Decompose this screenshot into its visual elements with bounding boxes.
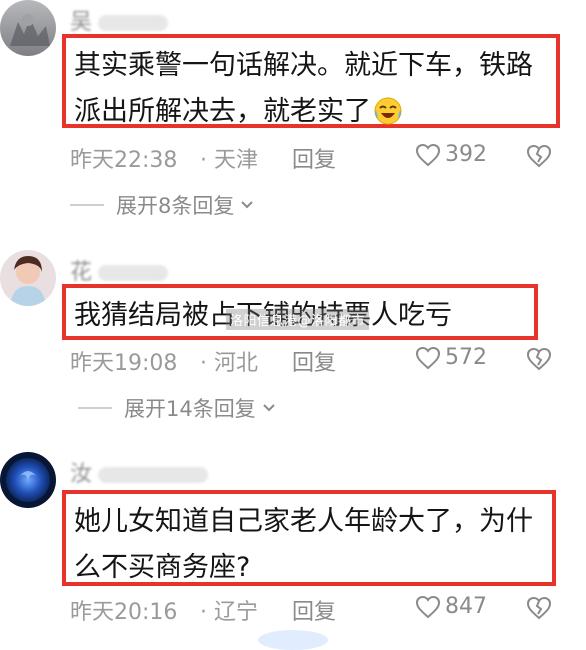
comment-location: · 辽宁 [200,600,259,625]
reply-button[interactable]: 回复 [292,142,336,174]
comment-meta: 昨天19:08 · 河北 回复 572 [70,345,586,379]
comment-text: 其实乘警一句话解决。就近下车，铁路派出所解决去，就老实了 [74,50,533,127]
expand-label: 展开14条回复 [124,397,256,421]
divider-line [78,407,112,409]
chevron-down-icon [241,201,254,209]
location-text: 天津 [214,148,259,173]
heart-outline-icon [415,346,441,369]
dislike-button[interactable] [526,347,552,377]
broken-heart-icon [526,596,552,620]
avatar-image [0,250,56,306]
like-button[interactable]: 572 [415,345,487,370]
broken-heart-icon [526,347,552,371]
username[interactable]: 花 [70,254,169,286]
expand-replies[interactable]: 展开14条回复 [78,393,278,423]
divider-line [70,204,104,206]
avatar-image [0,452,56,508]
avatar[interactable] [0,250,56,306]
comment-time: 昨天20:16 [70,600,178,625]
comment-meta: 昨天22:38 · 天津 回复 392 [70,142,586,176]
comment-content: 其实乘警一句话解决。就近下车，铁路派出所解决去，就老实了 [62,34,560,128]
heart-outline-icon [415,143,441,166]
username-blur [98,265,169,281]
username-blur [98,15,169,31]
reply-button[interactable]: 回复 [292,594,336,626]
expand-replies[interactable]: 展开8条回复 [70,190,256,220]
watermark: 洛阳信息港@洛阳都市 [226,309,370,330]
like-count: 572 [445,345,487,370]
avatar[interactable] [0,452,56,508]
reply-button[interactable]: 回复 [292,345,336,377]
username-text: 花 [70,260,95,285]
username-text: 吴 [70,10,95,35]
comment-time: 昨天19:08 [70,351,178,376]
comment-time: 昨天22:38 [70,148,178,173]
like-button[interactable]: 392 [415,142,487,167]
username[interactable]: 吴 [70,4,169,36]
like-count: 392 [445,142,487,167]
comment-content: 她儿女知道自己家老人年龄大了，为什么不买商务座? [62,490,556,586]
expand-label: 展开8条回复 [116,194,235,218]
location-text: 河北 [214,351,259,376]
chevron-down-icon [263,404,275,412]
avatar[interactable] [0,0,56,56]
heart-outline-icon [415,595,441,618]
comment-meta: 昨天20:16 · 辽宁 回复 847 [70,594,586,628]
comment-location: · 河北 [200,351,259,376]
location-text: 辽宁 [214,600,259,625]
avatar-image [0,0,56,56]
comment-location: · 天津 [200,148,259,173]
like-count: 847 [445,594,487,619]
broken-heart-icon [526,144,552,168]
dislike-button[interactable] [526,596,552,626]
dislike-button[interactable] [526,144,552,174]
laughing-tears-icon [373,95,403,141]
comment-text: 她儿女知道自己家老人年龄大了，为什么不买商务座? [74,506,533,583]
username-text: 汝 [70,462,95,487]
username-blur [98,467,209,483]
like-button[interactable]: 847 [415,594,487,619]
username[interactable]: 汝 [70,456,209,488]
bottom-hint-glow [258,630,328,650]
